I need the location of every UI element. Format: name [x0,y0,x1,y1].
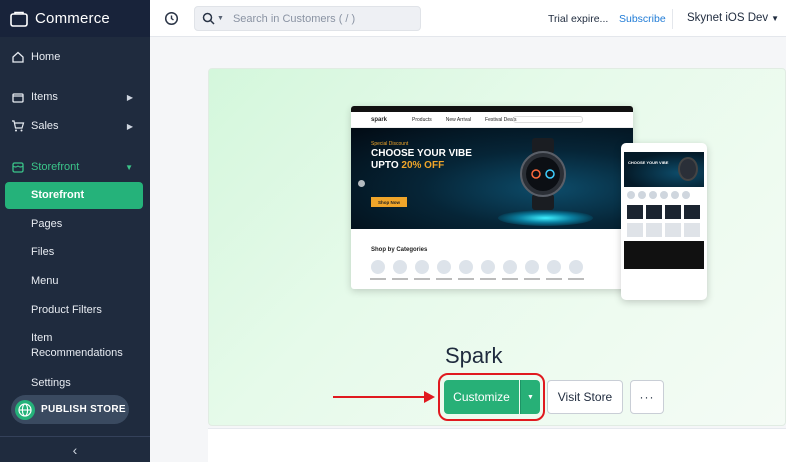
top-header: ▼ Trial expire... Subscribe Skynet iOS D… [150,0,786,37]
chevron-down-icon: ▼ [771,14,780,23]
search-icon [202,12,215,25]
preview-pedestal [498,210,593,226]
preview-hero-banner: Special Discount CHOOSE YOUR VIBE UPTO 2… [351,128,633,229]
preview-brand: spark [371,116,388,123]
preview-headline-line1: CHOOSE YOUR VIBE [371,148,472,159]
sidebar-subitem-label: Storefront [31,189,85,201]
history-icon[interactable] [164,11,179,26]
preview-nav-new: New Arrival [445,116,472,123]
sidebar-item-items[interactable]: Items ▶ [0,86,150,108]
preview-category [414,260,430,280]
mobile-smartwatch-icon [678,157,698,181]
app-title: Commerce [35,10,110,27]
collapse-sidebar-button[interactable]: ‹ [0,436,150,462]
sidebar-subitem-item-recommendations[interactable]: Item Recommendations [31,331,141,361]
visit-store-button[interactable]: Visit Store [547,380,623,414]
sidebar-subitem-storefront[interactable]: Storefront [5,182,143,209]
mobile-theme-preview: CHOOSE YOUR VIBE [621,143,707,300]
sidebar-item-sales[interactable]: Sales ▶ [0,115,150,137]
chevron-left-icon: ‹ [72,441,78,458]
customize-button[interactable]: Customize [444,380,519,414]
preview-carousel-prev [358,180,365,187]
preview-category [546,260,562,280]
desktop-theme-preview: spark Products New Arrival Festival Deal… [351,106,633,289]
preview-category-list [370,260,584,280]
commerce-logo-icon [10,11,28,27]
subscribe-link[interactable]: Subscribe [619,13,666,25]
publish-store-label: PUBLISH STORE [41,404,126,415]
home-icon [12,51,24,63]
search-input[interactable] [232,12,403,25]
mobile-preview-footer [624,241,704,269]
mobile-preview-product-row [627,205,700,219]
lower-section-card [208,428,786,462]
preview-nav-products: Products [412,116,432,123]
box-icon [12,93,24,103]
sidebar-item-label: Items [31,91,58,103]
sidebar-item-storefront[interactable]: Storefront ▼ [0,156,150,178]
preview-category [568,260,584,280]
preview-category [392,260,408,280]
org-name: Skynet iOS Dev [687,12,769,24]
chevron-right-icon: ▶ [126,92,133,102]
preview-category [458,260,474,280]
mobile-preview-headline: CHOOSE YOUR VIBE [628,160,669,165]
caret-down-icon: ▼ [527,393,534,401]
preview-category [524,260,540,280]
preview-nav-deals: Festival Deals [485,116,517,123]
more-options-button[interactable]: ··· [630,380,664,414]
mobile-preview-hero: CHOOSE YOUR VIBE [624,152,704,187]
mobile-preview-product-row [627,223,700,237]
search-bar[interactable]: ▼ [194,6,421,31]
preview-category [502,260,518,280]
preview-category [480,260,496,280]
sidebar-item-label: Home [31,51,61,63]
preview-nav: spark Products New Arrival Festival Deal… [351,112,633,128]
preview-headline-line2: UPTO [371,160,399,171]
chevron-down-icon: ▼ [125,162,133,172]
brand-header: Commerce [0,0,150,37]
chevron-right-icon: ▶ [126,121,133,131]
preview-search [513,116,583,123]
store-icon [12,162,24,173]
preview-categories-title: Shop by Categories [371,247,428,253]
preview-promo-tag: Special Discount [371,141,409,147]
store-title: Spark [445,343,503,368]
sidebar-subitem-files[interactable]: Files [31,245,54,260]
preview-category [370,260,386,280]
sidebar-subitem-menu[interactable]: Menu [31,274,59,289]
sidebar: Commerce Home Items ▶ Sales ▶ Storefront… [0,0,150,462]
annotation-arrow [333,396,427,398]
sidebar-item-label: Sales [31,120,59,132]
chevron-down-icon[interactable]: ▼ [217,15,224,22]
sidebar-item-label: Storefront [31,161,80,173]
arrow-head-icon [424,391,435,403]
globe-icon [15,399,35,420]
sidebar-subitem-product-filters[interactable]: Product Filters [31,303,102,318]
mobile-preview-category-row [627,191,690,199]
preview-headline: CHOOSE YOUR VIBE UPTO 20% OFF [371,148,472,172]
sidebar-subitem-pages[interactable]: Pages [31,217,62,232]
publish-store-button[interactable]: PUBLISH STORE [11,395,129,424]
org-switcher[interactable]: Skynet iOS Dev ▼ [687,12,779,24]
trial-status-text: Trial expire... [548,13,609,25]
divider [672,9,673,29]
smartwatch-image-icon [520,138,566,210]
preview-headline-highlight: 20% OFF [401,160,445,171]
preview-shop-now-button: Shop Now [371,197,407,207]
sidebar-item-home[interactable]: Home [0,46,150,68]
preview-category [436,260,452,280]
customize-dropdown-button[interactable]: ▼ [520,380,540,414]
sidebar-subitem-settings[interactable]: Settings [31,376,71,391]
cart-icon [12,120,25,132]
